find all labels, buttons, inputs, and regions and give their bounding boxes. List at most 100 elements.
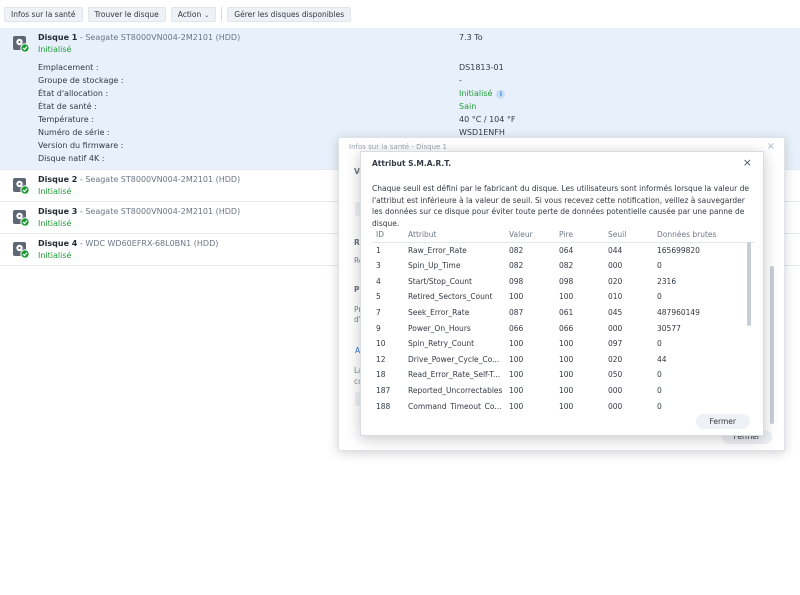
table-row[interactable]: 5 Retired_Sectors_Count 100 100 010 0 [372,289,754,305]
disk-title: Disque 2 - Seagate ST8000VN004-2M2101 (H… [38,175,240,184]
table-row[interactable]: 3 Spin_Up_Time 082 082 000 0 [372,258,754,274]
disk-model: - Seagate ST8000VN004-2M2101 (HDD) [77,207,241,216]
cell-worst: 100 [559,385,574,395]
pool-value: - [459,76,462,85]
pool-label: Groupe de stockage : [38,76,124,85]
smart-window-title: Attribut S.M.A.R.T. [372,159,452,168]
smart-scrollbar[interactable] [747,242,751,326]
cell-raw: 0 [657,370,662,380]
cell-value: 082 [509,261,524,271]
allocation-value-text: Initialisé [459,89,493,98]
table-row[interactable]: 187 Reported_Uncorrectables 100 100 000 0 [372,383,754,399]
find-disk-button[interactable]: Trouver le disque [87,6,166,22]
disk-name: Disque 2 [38,175,78,184]
cell-value: 087 [509,307,524,317]
column-header-worst[interactable]: Pire [559,227,603,243]
firmware-label: Version du firmware : [38,141,124,150]
cell-attribute: Reported_Uncorrectables [408,385,503,395]
table-body: 1 Raw_Error_Rate 082 064 044 165699820 3 Spin_U… [372,243,754,410]
disk-status: Initialisé [38,187,72,196]
cell-attribute: Drive_Power_Cycle_Co... [408,354,500,364]
cell-value: 100 [509,385,524,395]
action-label: Action [177,9,202,19]
column-header-threshold[interactable]: Seuil [608,227,652,243]
cell-id: 10 [376,339,386,349]
cell-raw: 30577 [657,323,681,333]
disk-status: Initialisé [38,251,72,260]
disk-model: - WDC WD60EFRX-68L0BN1 (HDD) [77,239,219,248]
health-section-fragment: R [354,238,360,247]
table-row[interactable]: 4 Start/Stop_Count 098 098 020 2316 [372,274,754,290]
cell-attribute: Command_Timeout_Co... [408,401,502,410]
smart-table: ID Attribut Valeur Pire Seuil Données br… [372,227,754,410]
cell-raw: 0 [657,292,662,302]
cell-attribute: Spin_Retry_Count [408,339,475,349]
table-row[interactable]: 10 Spin_Retry_Count 100 100 097 0 [372,336,754,352]
allocation-value: Initialisé i [459,89,506,99]
find-disk-label: Trouver le disque [94,9,159,19]
cell-raw: 487960149 [657,307,700,317]
cell-threshold: 000 [608,385,623,395]
cell-id: 187 [376,385,391,395]
table-row[interactable]: 7 Seek_Error_Rate 087 061 045 487960149 [372,305,754,321]
cell-id: 1 [376,245,381,255]
chevron-down-icon: ⌄ [204,11,210,19]
cell-worst: 100 [559,401,574,410]
temperature-value: 40 °C / 104 °F [459,115,516,124]
cell-threshold: 045 [608,307,623,317]
cell-worst: 100 [559,370,574,380]
action-dropdown[interactable]: Action ⌄ [170,6,217,22]
cell-id: 18 [376,370,386,380]
manage-disks-label: Gérer les disques disponibles [234,9,345,19]
hdd-icon [13,210,30,227]
serial-label: Numéro de série : [38,128,110,137]
cell-worst: 100 [559,292,574,302]
cell-value: 100 [509,401,524,410]
cell-worst: 098 [559,276,574,286]
smart-attribute-window: Attribut S.M.A.R.T. × Chaque seuil est d… [360,151,764,436]
health-info-button[interactable]: Infos sur la santé [4,6,83,22]
cell-attribute: Power_On_Hours [408,323,471,333]
health-value: Sain [459,102,477,111]
table-row[interactable]: 12 Drive_Power_Cycle_Co... 100 100 020 44 [372,352,754,368]
disk-title: Disque 3 - Seagate ST8000VN004-2M2101 (H… [38,207,240,216]
disk-title: Disque 1 - Seagate ST8000VN004-2M2101 (H… [38,33,240,42]
cell-value: 100 [509,292,524,302]
health-scrollbar[interactable] [770,266,774,424]
table-row[interactable]: 9 Power_On_Hours 066 066 000 30577 [372,321,754,337]
column-header-attribute[interactable]: Attribut [408,227,506,243]
column-header-value[interactable]: Valeur [509,227,553,243]
smart-description: Chaque seuil est défini par le fabricant… [372,184,749,228]
cell-id: 9 [376,323,381,333]
table-row[interactable]: 1 Raw_Error_Rate 082 064 044 165699820 [372,243,754,259]
cell-threshold: 097 [608,339,623,349]
cell-value: 098 [509,276,524,286]
toolbar: Infos sur la santé Trouver le disque Act… [0,0,800,28]
cell-attribute: Start/Stop_Count [408,276,472,286]
cell-raw: 165699820 [657,245,700,255]
cell-threshold: 020 [608,354,623,364]
temperature-label: Température : [38,115,94,124]
column-header-raw[interactable]: Données brutes [657,227,747,243]
table-row[interactable]: 18 Read_Error_Rate_Self-T... 100 100 050 0 [372,367,754,383]
cell-attribute: Read_Error_Rate_Self-T... [408,370,501,380]
smart-close-button[interactable]: Fermer [695,414,750,429]
cell-id: 5 [376,292,381,302]
manage-disks-button[interactable]: Gérer les disques disponibles [227,6,352,22]
cell-raw: 0 [657,261,662,271]
serial-value: WSD1ENFH [459,128,505,137]
cell-id: 188 [376,401,391,410]
close-icon[interactable]: × [767,141,775,152]
disk-size: 7.3 To [459,33,483,42]
cell-threshold: 000 [608,401,623,410]
cell-threshold: 010 [608,292,623,302]
allocation-label: État d'allocation : [38,89,109,98]
info-icon[interactable]: i [496,90,506,99]
cell-attribute: Raw_Error_Rate [408,245,467,255]
close-icon[interactable]: × [743,156,752,169]
column-header-id[interactable]: ID [376,227,404,243]
toolbar-divider [221,7,223,21]
location-value: DS1813-01 [459,63,504,72]
cell-threshold: 020 [608,276,623,286]
table-row[interactable]: 188 Command_Timeout_Co... 100 100 000 0 [372,399,754,410]
